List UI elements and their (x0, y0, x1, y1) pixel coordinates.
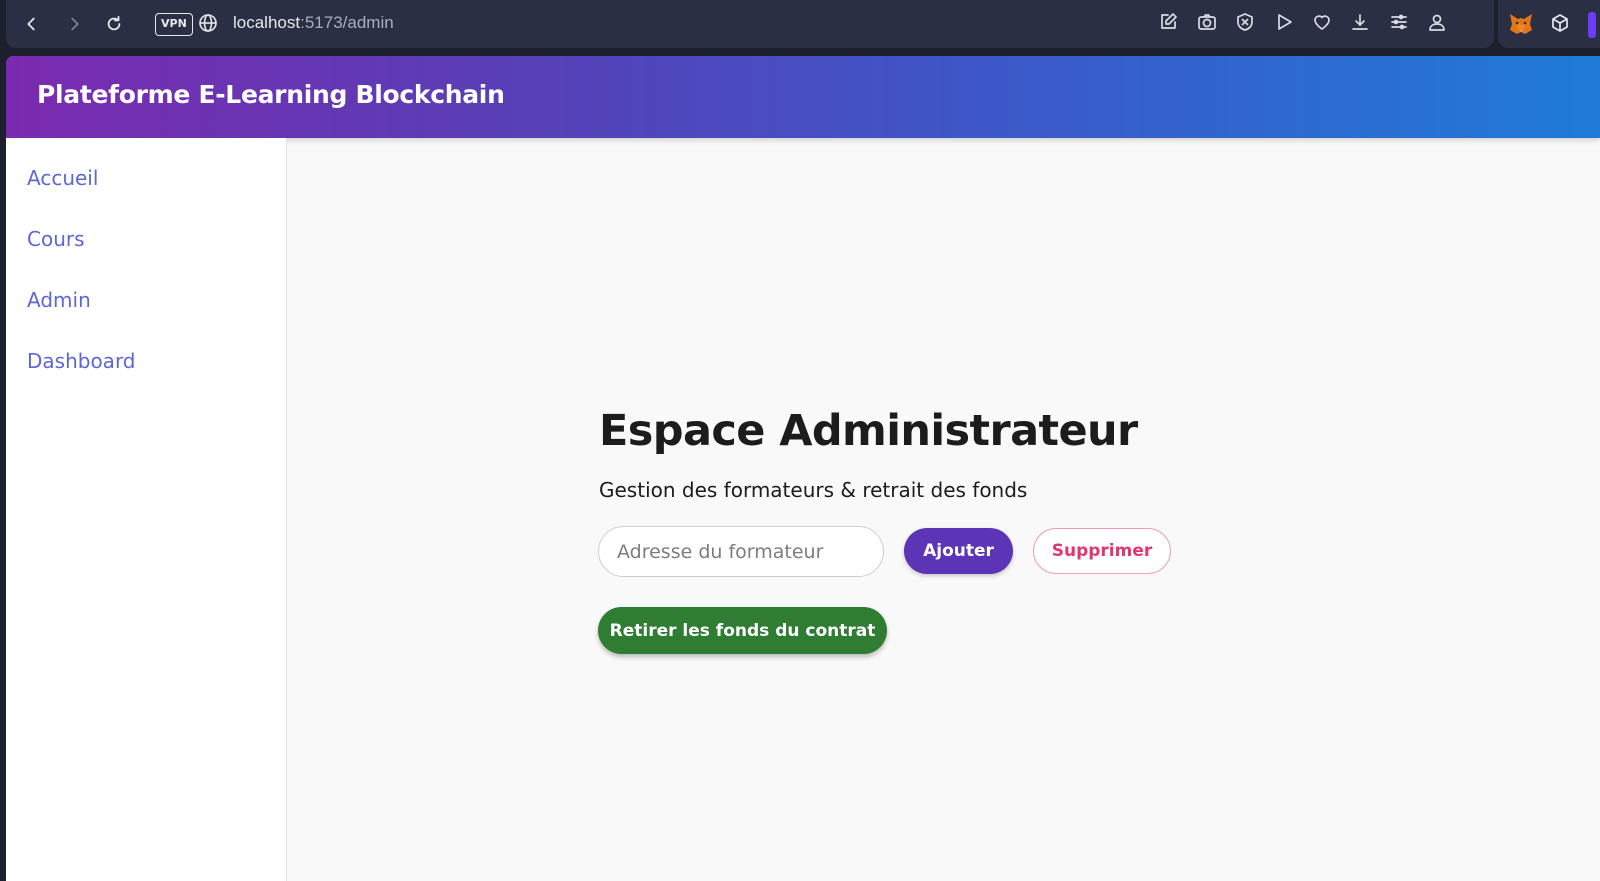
remove-trainer-button[interactable]: Supprimer (1033, 528, 1171, 574)
browser-toolbar: VPN localhost:5173/admin (6, 0, 1494, 48)
sidebar-item-cours[interactable]: Cours (27, 227, 85, 251)
withdraw-funds-button[interactable]: Retirer les fonds du contrat (598, 607, 887, 654)
back-button[interactable] (12, 5, 50, 43)
url-path: :5173/admin (300, 13, 394, 32)
page-title: Espace Administrateur (599, 406, 1138, 456)
sidebar-item-dashboard[interactable]: Dashboard (27, 349, 136, 373)
add-trainer-button[interactable]: Ajouter (904, 528, 1013, 574)
forward-button[interactable] (56, 5, 94, 43)
profile-icon[interactable] (1427, 12, 1451, 36)
sidebar-item-admin[interactable]: Admin (27, 288, 91, 312)
page-viewport: Plateforme E-Learning Blockchain Accueil… (6, 56, 1600, 881)
play-icon[interactable] (1274, 12, 1298, 36)
camera-icon[interactable] (1197, 12, 1221, 36)
sidebar: Accueil Cours Admin Dashboard (6, 138, 287, 881)
globe-icon[interactable] (198, 13, 220, 35)
reload-icon (107, 15, 121, 31)
app-header: Plateforme E-Learning Blockchain (6, 56, 1600, 138)
chevron-right-icon (71, 17, 79, 31)
app-title: Plateforme E-Learning Blockchain (37, 80, 505, 109)
vpn-badge[interactable]: VPN (155, 13, 193, 36)
settings-sliders-icon[interactable] (1389, 12, 1413, 36)
chevron-left-icon (27, 17, 35, 31)
edit-page-icon[interactable] (1158, 12, 1182, 36)
metamask-fox-icon[interactable] (1507, 10, 1535, 38)
shield-block-icon[interactable] (1235, 12, 1259, 36)
page-subtitle: Gestion des formateurs & retrait des fon… (599, 478, 1028, 502)
url-host: localhost (233, 13, 301, 32)
address-bar[interactable]: localhost:5173/admin (233, 13, 394, 33)
main-content: Espace Administrateur Gestion des format… (288, 138, 1600, 881)
reload-button[interactable] (95, 5, 133, 43)
download-icon[interactable] (1350, 12, 1374, 36)
sidebar-toggle-indicator[interactable] (1588, 12, 1596, 38)
trainer-address-input[interactable] (598, 526, 884, 577)
sidebar-item-accueil[interactable]: Accueil (27, 166, 98, 190)
heart-icon[interactable] (1312, 12, 1336, 36)
extension-cube-icon[interactable] (1550, 13, 1572, 35)
